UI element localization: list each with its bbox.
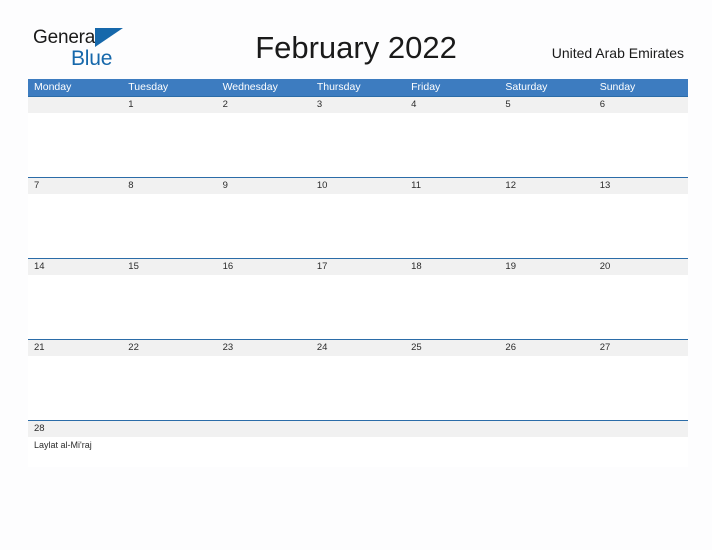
day-number-9[interactable]: 9 — [217, 178, 311, 194]
day-cell[interactable] — [499, 113, 593, 177]
day-cell — [122, 437, 216, 467]
day-number-empty — [311, 421, 405, 437]
country-label: United Arab Emirates — [551, 45, 684, 61]
weekday-header-saturday: Saturday — [505, 81, 548, 93]
day-number-8[interactable]: 8 — [122, 178, 216, 194]
day-number-3[interactable]: 3 — [311, 97, 405, 113]
day-cell[interactable] — [499, 356, 593, 420]
calendar-week-row: 7 8 9 10 11 12 13 — [28, 177, 688, 258]
day-number-2[interactable]: 2 — [217, 97, 311, 113]
day-cell[interactable] — [217, 113, 311, 177]
day-number-13[interactable]: 13 — [594, 178, 688, 194]
day-cell — [217, 437, 311, 467]
day-cell[interactable] — [594, 113, 688, 177]
weekday-header-thursday: Thursday — [316, 81, 361, 93]
day-cell[interactable] — [28, 194, 122, 258]
day-number-empty — [594, 421, 688, 437]
day-cell[interactable] — [122, 275, 216, 339]
day-number-24[interactable]: 24 — [311, 340, 405, 356]
day-cell[interactable] — [217, 275, 311, 339]
day-cell[interactable] — [405, 194, 499, 258]
day-cell[interactable] — [217, 356, 311, 420]
day-number-5[interactable]: 5 — [499, 97, 593, 113]
week-date-strip: 28 — [28, 420, 688, 437]
day-number-23[interactable]: 23 — [217, 340, 311, 356]
week-date-strip: 7 8 9 10 11 12 13 — [28, 177, 688, 194]
day-number-empty — [499, 421, 593, 437]
weekday-header-wednesday: Wednesday — [222, 81, 278, 93]
week-event-area — [28, 113, 688, 177]
day-cell[interactable] — [594, 194, 688, 258]
day-number-6[interactable]: 6 — [594, 97, 688, 113]
day-number-empty — [122, 421, 216, 437]
day-number-20[interactable]: 20 — [594, 259, 688, 275]
day-cell[interactable]: Laylat al-Mi'raj — [28, 437, 122, 467]
day-cell — [311, 437, 405, 467]
calendar-week-row: 14 15 16 17 18 19 20 — [28, 258, 688, 339]
weekday-header-sunday: Sunday — [599, 81, 636, 93]
weekday-header-friday: Friday — [411, 81, 441, 93]
calendar-grid: Monday Tuesday Wednesday Thursday Friday Satu… — [28, 79, 688, 467]
week-event-area — [28, 194, 688, 258]
day-cell[interactable] — [405, 113, 499, 177]
day-cell[interactable] — [28, 356, 122, 420]
day-number-7[interactable]: 7 — [28, 178, 122, 194]
day-number-4[interactable]: 4 — [405, 97, 499, 113]
calendar-weeks: 1 2 3 4 5 6 7 8 9 10 11 12 13 14 15 16 17 18 19 20 21 22 23 24 2… — [28, 96, 688, 467]
weekday-header-monday: Monday — [34, 81, 72, 93]
day-cell[interactable] — [594, 356, 688, 420]
day-cell[interactable] — [28, 275, 122, 339]
week-date-strip: 14 15 16 17 18 19 20 — [28, 258, 688, 275]
day-number-1[interactable]: 1 — [122, 97, 216, 113]
day-cell — [499, 437, 593, 467]
day-number-22[interactable]: 22 — [122, 340, 216, 356]
calendar-week-row: 21 22 23 24 25 26 27 — [28, 339, 688, 420]
day-cell[interactable] — [122, 113, 216, 177]
week-event-area: Laylat al-Mi'raj — [28, 437, 688, 467]
day-number-19[interactable]: 19 — [499, 259, 593, 275]
week-date-strip: 21 22 23 24 25 26 27 — [28, 339, 688, 356]
page-header: General Blue February 2022 United Arab E… — [0, 0, 712, 78]
day-cell[interactable] — [311, 113, 405, 177]
day-number-28[interactable]: 28 — [28, 421, 122, 437]
day-number-25[interactable]: 25 — [405, 340, 499, 356]
day-number-26[interactable]: 26 — [499, 340, 593, 356]
calendar-page: General Blue February 2022 United Arab E… — [0, 0, 712, 550]
day-number-16[interactable]: 16 — [217, 259, 311, 275]
weekday-header-tuesday: Tuesday — [128, 81, 169, 93]
day-number-11[interactable]: 11 — [405, 178, 499, 194]
day-cell — [28, 113, 122, 177]
day-number-empty — [405, 421, 499, 437]
day-cell[interactable] — [499, 275, 593, 339]
calendar-week-row: 123456 — [28, 96, 688, 177]
day-cell[interactable] — [122, 194, 216, 258]
day-cell — [594, 437, 688, 467]
day-number-18[interactable]: 18 — [405, 259, 499, 275]
day-number-27[interactable]: 27 — [594, 340, 688, 356]
weekday-header-row: Monday Tuesday Wednesday Thursday Friday Satu… — [28, 79, 688, 96]
day-number-empty — [28, 97, 122, 113]
day-cell[interactable] — [594, 275, 688, 339]
week-event-area — [28, 275, 688, 339]
day-cell — [405, 437, 499, 467]
day-cell[interactable] — [499, 194, 593, 258]
day-number-10[interactable]: 10 — [311, 178, 405, 194]
day-cell[interactable] — [122, 356, 216, 420]
day-number-14[interactable]: 14 — [28, 259, 122, 275]
holiday-label: Laylat al-Mi'raj — [34, 440, 92, 450]
week-event-area — [28, 356, 688, 420]
calendar-week-row: 28 Laylat al-Mi'raj — [28, 420, 688, 467]
week-date-strip: 123456 — [28, 96, 688, 113]
day-number-empty — [217, 421, 311, 437]
day-cell[interactable] — [217, 194, 311, 258]
day-cell[interactable] — [311, 194, 405, 258]
day-cell[interactable] — [311, 356, 405, 420]
day-cell[interactable] — [405, 275, 499, 339]
day-number-12[interactable]: 12 — [499, 178, 593, 194]
day-cell[interactable] — [311, 275, 405, 339]
day-number-21[interactable]: 21 — [28, 340, 122, 356]
day-cell[interactable] — [405, 356, 499, 420]
day-number-15[interactable]: 15 — [122, 259, 216, 275]
day-number-17[interactable]: 17 — [311, 259, 405, 275]
